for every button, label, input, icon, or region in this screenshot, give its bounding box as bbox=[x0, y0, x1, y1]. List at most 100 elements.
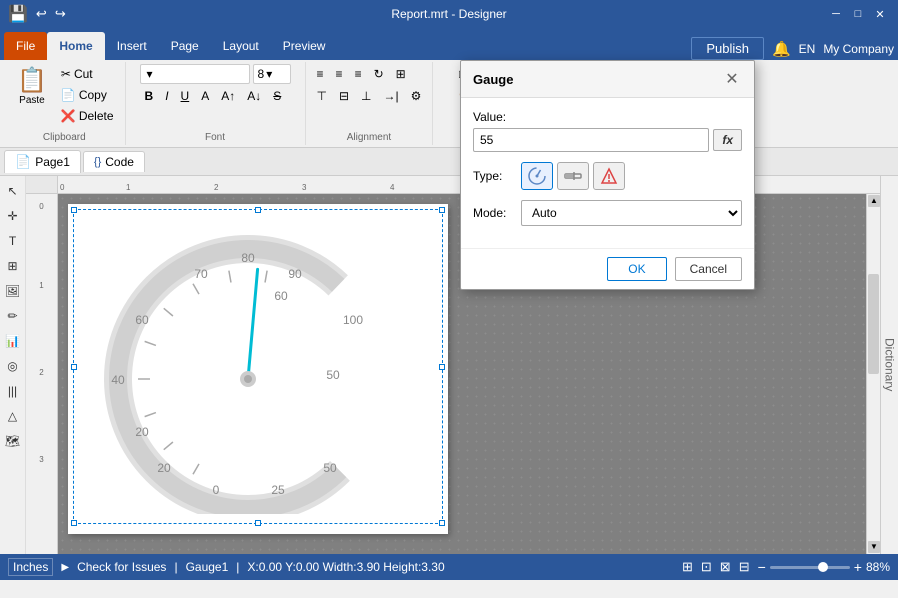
maximize-button[interactable]: □ bbox=[848, 4, 868, 24]
align-settings-button[interactable]: ⚙ bbox=[406, 86, 427, 106]
handle-tl[interactable] bbox=[71, 207, 77, 213]
paste-button[interactable]: 📋 Paste bbox=[10, 64, 54, 111]
underline-button[interactable]: U bbox=[176, 86, 195, 106]
page-canvas[interactable]: 20 40 60 70 80 90 100 20 0 25 50 bbox=[68, 204, 448, 534]
tab-page1[interactable]: 📄 Page1 bbox=[4, 150, 81, 173]
redo-btn[interactable]: ↪ bbox=[55, 6, 66, 22]
status-icon-1[interactable]: ⊞ bbox=[682, 559, 693, 575]
tab-page[interactable]: Page bbox=[159, 32, 211, 60]
value-input[interactable] bbox=[473, 128, 709, 152]
handle-br[interactable] bbox=[439, 520, 445, 526]
handle-ml[interactable] bbox=[71, 364, 77, 370]
close-button[interactable]: ✕ bbox=[870, 4, 890, 24]
indent-button[interactable]: →| bbox=[379, 86, 404, 106]
delete-button[interactable]: ❌ Delete bbox=[56, 106, 119, 126]
font-size-dropdown[interactable]: 8 ▾ bbox=[253, 64, 291, 84]
handle-tr[interactable] bbox=[439, 207, 445, 213]
valign-bot-button[interactable]: ⊥ bbox=[356, 86, 376, 106]
align-right-button[interactable]: ≡ bbox=[350, 64, 367, 84]
units-label[interactable]: Inches bbox=[8, 558, 53, 576]
sidebar-gauge-btn[interactable]: ◎ bbox=[2, 355, 24, 377]
fx-button[interactable]: fx bbox=[713, 129, 742, 151]
zoom-plus-button[interactable]: + bbox=[854, 559, 862, 575]
cut-button[interactable]: ✂ Cut bbox=[56, 64, 119, 84]
sidebar-table-btn[interactable]: ⊞ bbox=[2, 255, 24, 277]
undo-btn[interactable]: ↩ bbox=[36, 6, 47, 22]
type-linear-button[interactable] bbox=[557, 162, 589, 190]
company-label[interactable]: My Company bbox=[823, 42, 894, 56]
font-name-dropdown[interactable]: ▾ bbox=[140, 64, 250, 84]
tab-insert[interactable]: Insert bbox=[105, 32, 159, 60]
check-issues-label[interactable]: Check for Issues bbox=[77, 560, 166, 574]
align-center-button[interactable]: ≡ bbox=[331, 64, 348, 84]
paste-label: Paste bbox=[19, 95, 45, 106]
sidebar-pointer-btn[interactable]: ↖ bbox=[2, 180, 24, 202]
zoom-minus-button[interactable]: − bbox=[758, 559, 766, 575]
zoom-slider[interactable] bbox=[770, 566, 850, 569]
title-bar-controls: ─ □ ✕ bbox=[826, 4, 890, 24]
app-icon: 💾 bbox=[8, 4, 28, 24]
notification-icon[interactable]: 🔔 bbox=[772, 40, 791, 58]
vruler-1: 1 bbox=[39, 281, 43, 290]
sidebar-draw-btn[interactable]: ✏ bbox=[2, 305, 24, 327]
separator2: | bbox=[236, 560, 239, 574]
linear-gauge-icon bbox=[563, 166, 583, 186]
font-increase-button[interactable]: A↑ bbox=[216, 86, 240, 106]
tab-layout[interactable]: Layout bbox=[211, 32, 271, 60]
font-color-button[interactable]: A bbox=[196, 86, 214, 106]
scroll-up-arrow[interactable]: ▲ bbox=[868, 195, 880, 207]
sidebar-cross-btn[interactable]: ✛ bbox=[2, 205, 24, 227]
modal-close-button[interactable]: ✕ bbox=[722, 69, 742, 89]
vruler-2: 2 bbox=[39, 368, 43, 377]
tab-preview[interactable]: Preview bbox=[271, 32, 338, 60]
separator1: | bbox=[174, 560, 177, 574]
cancel-button[interactable]: Cancel bbox=[675, 257, 742, 281]
font-group: ▾ 8 ▾ B I U A A↑ A↓ S Font bbox=[126, 62, 306, 145]
handle-mr[interactable] bbox=[439, 364, 445, 370]
scroll-thumb[interactable] bbox=[868, 274, 879, 374]
scroll-down-arrow[interactable]: ▼ bbox=[868, 541, 880, 553]
font-group-content: ▾ 8 ▾ B I U A A↑ A↓ S bbox=[140, 64, 291, 132]
tab-home[interactable]: Home bbox=[47, 32, 104, 60]
rotate-button[interactable]: ↻ bbox=[369, 64, 389, 84]
sidebar-shape-btn[interactable]: △ bbox=[2, 405, 24, 427]
status-icon-2[interactable]: ⊡ bbox=[701, 559, 712, 575]
valign-top-button[interactable]: ⊤ bbox=[312, 86, 332, 106]
alignment-label: Alignment bbox=[312, 132, 427, 143]
font-decrease-button[interactable]: A↓ bbox=[242, 86, 266, 106]
delete-icon: ❌ bbox=[61, 109, 76, 123]
tab-file[interactable]: File bbox=[4, 32, 47, 60]
dictionary-panel[interactable]: Dictionary bbox=[880, 176, 898, 554]
sidebar-map-btn[interactable]: 🗺 bbox=[2, 430, 24, 452]
bold-button[interactable]: B bbox=[140, 86, 159, 106]
align-left-button[interactable]: ≡ bbox=[312, 64, 329, 84]
align-more-button[interactable]: ⊞ bbox=[391, 64, 411, 84]
scroll-track bbox=[867, 208, 880, 540]
type-circular-button[interactable] bbox=[521, 162, 553, 190]
clipboard-group-content: 📋 Paste ✂ Cut 📄 Copy ❌ Delete bbox=[10, 64, 119, 132]
sidebar-text-btn[interactable]: T bbox=[2, 230, 24, 252]
status-icon-4[interactable]: ⊟ bbox=[739, 559, 750, 575]
copy-icon: 📄 bbox=[61, 88, 76, 102]
language-label[interactable]: EN bbox=[799, 42, 816, 56]
valign-mid-button[interactable]: ⊟ bbox=[334, 86, 354, 106]
sidebar-image-btn[interactable]: 🖼 bbox=[2, 280, 24, 302]
mode-select[interactable]: Auto Manual bbox=[521, 200, 742, 226]
copy-button[interactable]: 📄 Copy bbox=[56, 85, 119, 105]
sidebar-barcode-btn[interactable]: ||| bbox=[2, 380, 24, 402]
publish-button[interactable]: Publish bbox=[691, 37, 764, 60]
ok-button[interactable]: OK bbox=[607, 257, 666, 281]
handle-bl[interactable] bbox=[71, 520, 77, 526]
play-button[interactable]: ▶ bbox=[61, 562, 69, 573]
font-strikethrough-button[interactable]: S bbox=[268, 86, 286, 106]
type-indicator-button[interactable] bbox=[593, 162, 625, 190]
vertical-scrollbar[interactable]: ▲ ▼ bbox=[866, 194, 880, 554]
italic-button[interactable]: I bbox=[160, 86, 173, 106]
handle-bm[interactable] bbox=[255, 520, 261, 526]
cut-label: Cut bbox=[74, 67, 93, 81]
tab-code[interactable]: {} Code bbox=[83, 151, 145, 172]
handle-tm[interactable] bbox=[255, 207, 261, 213]
status-icon-3[interactable]: ⊠ bbox=[720, 559, 731, 575]
sidebar-chart-btn[interactable]: 📊 bbox=[2, 330, 24, 352]
minimize-button[interactable]: ─ bbox=[826, 4, 846, 24]
